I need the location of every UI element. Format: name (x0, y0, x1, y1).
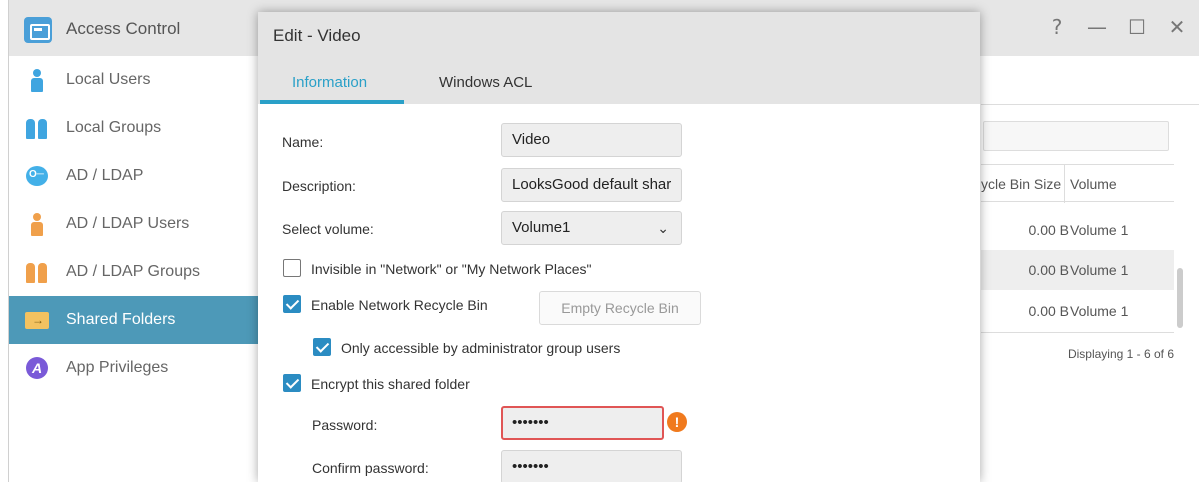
tab-information[interactable]: Information (292, 74, 367, 91)
sidebar-item-ad-ldap[interactable]: AD / LDAP (9, 152, 259, 200)
empty-recycle-bin-button[interactable]: Empty Recycle Bin (539, 291, 701, 325)
recycle-bin-checkbox[interactable] (283, 295, 301, 313)
dialog-header: Edit - Video Information Windows ACL (258, 12, 980, 104)
table-scrollbar[interactable] (1177, 268, 1183, 328)
column-header-recycle-bin-size[interactable]: ycle Bin Size (981, 176, 1061, 192)
table-footer: Displaying 1 - 6 of 6 (981, 332, 1174, 370)
name-label: Name: (282, 134, 324, 150)
dialog-title: Edit - Video (273, 26, 361, 45)
table-row[interactable]: 0.00 B Volume 1 (981, 250, 1174, 290)
sidebar-item-label: AD / LDAP Groups (66, 263, 200, 280)
volume-label: Select volume: (282, 221, 374, 237)
table-row[interactable]: 0.00 B Volume 1 (981, 210, 1174, 250)
sidebar-item-ad-ldap-groups[interactable]: AD / LDAP Groups (9, 248, 259, 296)
sidebar-item-local-users[interactable]: Local Users (9, 56, 259, 104)
chevron-down-icon: ⌄ (657, 220, 669, 236)
user-icon (25, 68, 49, 92)
cell-volume: Volume 1 (1070, 222, 1129, 238)
edit-dialog: Edit - Video Information Windows ACL Nam… (258, 12, 980, 482)
sidebar-item-label: Local Groups (66, 119, 162, 136)
sidebar-item-shared-folders[interactable]: Shared Folders (9, 296, 259, 344)
close-icon[interactable]: ✕ (1167, 16, 1187, 38)
password-field[interactable]: ••••••• (501, 406, 664, 440)
password-label: Password: (312, 417, 378, 433)
sidebar-item-app-privileges[interactable]: App Privileges (9, 344, 259, 392)
cell-volume: Volume 1 (1070, 262, 1129, 278)
divider (981, 104, 1199, 105)
maximize-icon[interactable]: ☐ (1127, 16, 1147, 38)
cell-volume: Volume 1 (1070, 303, 1129, 319)
tab-windows-acl[interactable]: Windows ACL (439, 74, 532, 91)
column-divider (1064, 165, 1065, 203)
recycle-bin-label: Enable Network Recycle Bin (311, 297, 488, 313)
ad-user-icon (25, 212, 49, 236)
description-field[interactable]: LooksGood default shar (501, 168, 682, 202)
paging-info: Displaying 1 - 6 of 6 (1067, 347, 1174, 361)
warning-icon: ! (667, 412, 687, 432)
key-icon (25, 164, 49, 188)
encrypt-label: Encrypt this shared folder (311, 376, 470, 392)
group-icon (25, 116, 49, 140)
app-privileges-icon (25, 356, 49, 380)
volume-select[interactable]: Volume1 ⌄ (501, 211, 682, 245)
sidebar-item-label: Shared Folders (66, 311, 176, 328)
name-field[interactable]: Video (501, 123, 682, 157)
encrypt-checkbox[interactable] (283, 374, 301, 392)
search-input[interactable] (983, 121, 1169, 151)
sidebar-item-label: AD / LDAP Users (66, 215, 190, 232)
confirm-password-label: Confirm password: (312, 460, 429, 476)
window-controls: ? — ☐ ✕ (1047, 16, 1187, 38)
sidebar-item-label: App Privileges (66, 359, 169, 376)
active-tab-indicator (260, 100, 404, 104)
confirm-password-field[interactable]: ••••••• (501, 450, 682, 482)
minimize-icon[interactable]: — (1087, 16, 1107, 38)
admin-only-label: Only accessible by administrator group u… (341, 340, 621, 356)
description-label: Description: (282, 178, 356, 194)
invisible-checkbox[interactable] (283, 259, 301, 277)
ad-group-icon (25, 260, 49, 284)
column-header-volume[interactable]: Volume (1070, 176, 1117, 192)
sidebar-item-ad-ldap-users[interactable]: AD / LDAP Users (9, 200, 259, 248)
volume-select-value: Volume1 (512, 219, 571, 236)
sidebar: Local Users Local Groups AD / LDAP AD / … (9, 56, 259, 482)
invisible-label: Invisible in "Network" or "My Network Pl… (311, 261, 592, 277)
table-header: ycle Bin Size Volume (981, 164, 1174, 203)
cell-size: 0.00 B (1028, 262, 1069, 278)
cell-size: 0.00 B (1028, 303, 1069, 319)
table-row[interactable]: 0.00 B Volume 1 (981, 291, 1174, 331)
app-title: Access Control (66, 19, 181, 38)
shared-folders-panel: ycle Bin Size Volume 0.00 B Volume 1 0.0… (981, 56, 1199, 482)
help-icon[interactable]: ? (1047, 16, 1067, 38)
sidebar-item-label: AD / LDAP (66, 167, 144, 184)
sidebar-item-label: Local Users (66, 71, 151, 88)
admin-only-checkbox[interactable] (313, 338, 331, 356)
cell-size: 0.00 B (1028, 222, 1069, 238)
folder-icon (25, 308, 49, 332)
access-control-icon (24, 17, 52, 43)
sidebar-item-local-groups[interactable]: Local Groups (9, 104, 259, 152)
